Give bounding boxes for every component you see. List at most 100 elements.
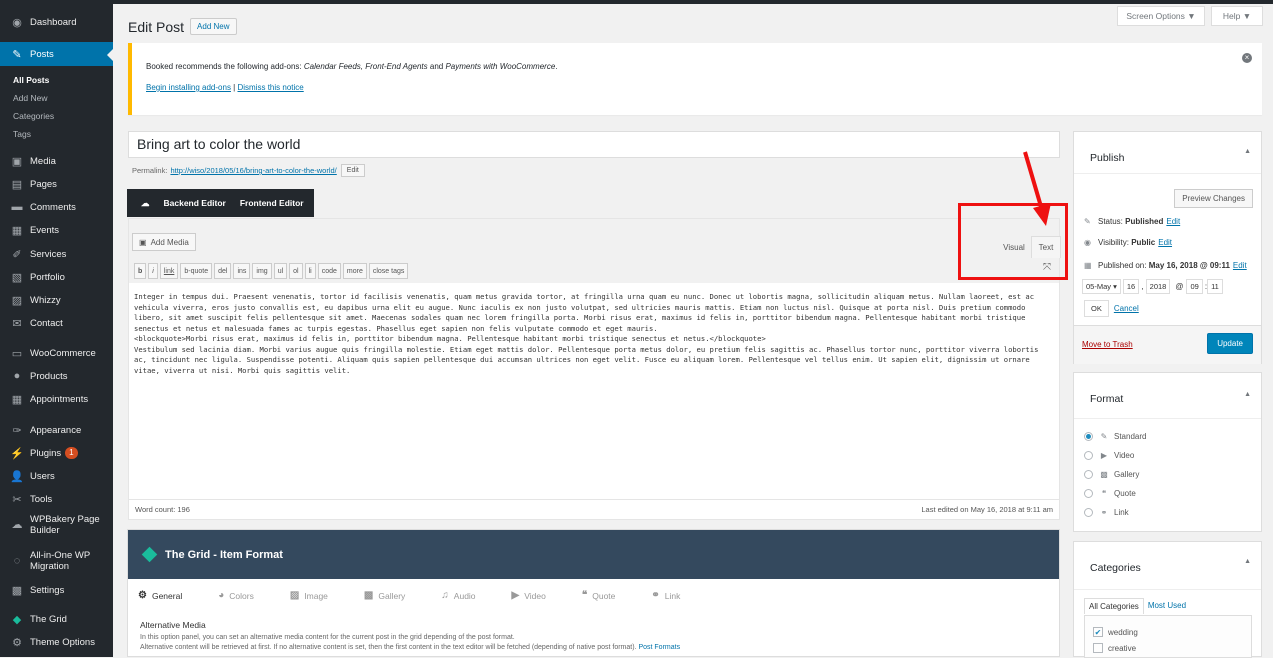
collapse-icon[interactable]: ▲	[1244, 558, 1251, 565]
format-option-video[interactable]: ▶ Video	[1084, 451, 1134, 460]
submenu-all-posts[interactable]: All Posts	[0, 71, 113, 89]
published-edit-link[interactable]: Edit	[1233, 261, 1247, 270]
quicktag-ins[interactable]: ins	[233, 263, 251, 279]
menu-item-plugins[interactable]: ⚡ Plugins 1	[0, 441, 113, 465]
portfolio-icon: ▧	[11, 271, 23, 284]
format-option-quote[interactable]: ❝ Quote	[1084, 489, 1136, 498]
quicktag-del[interactable]: del	[214, 263, 232, 279]
quicktag-i[interactable]: i	[148, 263, 158, 279]
format-option-gallery[interactable]: ▩ Gallery	[1084, 470, 1139, 479]
menu-item-theme-options[interactable]: ⚙ Theme Options	[0, 630, 113, 654]
quicktag-link[interactable]: link	[159, 263, 179, 279]
menu-item-dashboard[interactable]: ◉ Dashboard	[0, 10, 113, 34]
checkbox-icon[interactable]: ✔	[1093, 627, 1103, 637]
categories-header[interactable]: Categories ▲	[1074, 542, 1261, 590]
cancel-link[interactable]: Cancel	[1114, 304, 1139, 313]
grid-tab-video[interactable]: ▶ Video	[512, 590, 564, 601]
permalink-url[interactable]: http://wiso/2018/05/16/bring-art-to-colo…	[170, 166, 336, 175]
screen-options-button[interactable]: Screen Options ▼	[1117, 6, 1205, 26]
ok-button[interactable]: OK	[1084, 300, 1109, 317]
format-option-standard[interactable]: ✎ Standard	[1084, 432, 1146, 441]
format-option-link[interactable]: ⚭ Link	[1084, 508, 1129, 517]
tab-most-used[interactable]: Most Used	[1144, 598, 1190, 614]
category-item[interactable]: ✔ wedding	[1093, 627, 1138, 637]
grid-tab-audio[interactable]: ♫ Audio	[441, 590, 493, 601]
minute-input[interactable]: 11	[1207, 279, 1223, 294]
radio-icon[interactable]	[1084, 489, 1093, 498]
quicktag-li[interactable]: li	[304, 263, 316, 279]
help-button[interactable]: Help ▼	[1211, 6, 1263, 26]
menu-item-posts[interactable]: ✎ Posts	[0, 42, 113, 66]
backend-editor-button[interactable]: Backend Editor	[164, 198, 226, 208]
move-to-trash-link[interactable]: Move to Trash	[1082, 340, 1133, 349]
menu-item-services[interactable]: ✐ Services	[0, 242, 113, 266]
menu-item-users[interactable]: 👤 Users	[0, 464, 113, 488]
menu-item-woocommerce[interactable]: ▭ WooCommerce	[0, 341, 113, 365]
quicktag-close-tags[interactable]: close tags	[368, 263, 409, 279]
update-button[interactable]: Update	[1207, 333, 1253, 354]
grid-tab-image[interactable]: ▨ Image	[290, 590, 346, 601]
menu-item-wpbakery[interactable]: ☁ WPBakery Page Builder	[0, 508, 113, 542]
publish-header[interactable]: Publish ▲	[1074, 132, 1261, 174]
quicktag-ul[interactable]: ul	[273, 263, 288, 279]
menu-item-whizzy[interactable]: ▨ Whizzy	[0, 288, 113, 312]
collapse-icon[interactable]: ▲	[1244, 148, 1251, 155]
submenu-tags[interactable]: Tags	[0, 125, 113, 143]
menu-item-appointments[interactable]: ▦ Appointments	[0, 387, 113, 411]
menu-item-comments[interactable]: ▬ Comments	[0, 195, 113, 219]
grid-tab-colors[interactable]: ◕ Colors	[218, 590, 272, 601]
hour-input[interactable]: 09	[1186, 279, 1203, 294]
day-input[interactable]: 16	[1122, 279, 1140, 294]
menu-item-contact[interactable]: ✉ Contact	[0, 311, 113, 335]
visibility-edit-link[interactable]: Edit	[1158, 238, 1172, 247]
post-title-input[interactable]: Bring art to color the world	[128, 131, 1060, 158]
radio-icon[interactable]	[1084, 508, 1093, 517]
post-formats-link[interactable]: Post Formats	[638, 644, 680, 651]
radio-icon[interactable]	[1084, 470, 1093, 479]
radio-icon[interactable]	[1084, 432, 1093, 441]
menu-item-portfolio[interactable]: ▧ Portfolio	[0, 265, 113, 289]
quicktag-img[interactable]: img	[252, 263, 272, 279]
menu-item-events[interactable]: ▦ Events	[0, 218, 113, 242]
menu-item-migration[interactable]: ◌ All-in-One WP Migration	[0, 544, 113, 578]
grid-tab-gallery[interactable]: ▩ Gallery	[364, 590, 423, 601]
menu-item-media[interactable]: ▣ Media	[0, 149, 113, 173]
submenu-add-new[interactable]: Add New	[0, 89, 113, 107]
menu-item-settings[interactable]: ▩ Settings	[0, 578, 113, 602]
grid-tab-link[interactable]: ⚭ Link	[651, 590, 698, 601]
radio-icon[interactable]	[1084, 451, 1093, 460]
gallery-icon: ▩	[1100, 470, 1108, 479]
frontend-editor-button[interactable]: Frontend Editor	[240, 198, 304, 208]
add-new-button[interactable]: Add New	[190, 18, 237, 35]
menu-item-appearance[interactable]: ✑ Appearance	[0, 418, 113, 442]
dismiss-notice-link[interactable]: Dismiss this notice	[237, 83, 303, 92]
status-edit-link[interactable]: Edit	[1166, 217, 1180, 226]
category-item[interactable]: creative	[1093, 643, 1136, 653]
checkbox-icon[interactable]	[1093, 643, 1103, 653]
year-input[interactable]: 2018	[1145, 279, 1171, 294]
permalink-edit-button[interactable]: Edit	[340, 164, 365, 177]
preview-changes-button[interactable]: Preview Changes	[1174, 189, 1253, 208]
quicktag-ol[interactable]: ol	[289, 263, 303, 279]
quicktag-more[interactable]: more	[342, 263, 367, 279]
quicktag-code[interactable]: code	[317, 263, 341, 279]
install-addons-link[interactable]: Begin installing add-ons	[146, 83, 231, 92]
grid-tab-quote[interactable]: ❝ Quote	[582, 590, 634, 601]
tab-all-categories[interactable]: All Categories	[1084, 598, 1144, 614]
close-icon[interactable]: ×	[1242, 53, 1252, 63]
grid-tab-general[interactable]: ⚙ General	[138, 590, 200, 601]
quicktag-b-quote[interactable]: b-quote	[180, 263, 213, 279]
format-header[interactable]: Format ▲	[1074, 373, 1261, 419]
editor-textarea[interactable]: Integer in tempus dui. Praesent venenati…	[134, 292, 1054, 376]
notice-addons: Calendar Feeds, Front-End Agents	[303, 62, 428, 71]
menu-item-pages[interactable]: ▤ Pages	[0, 172, 113, 196]
grid-section-title: Alternative Media	[140, 620, 206, 630]
quicktag-b[interactable]: b	[134, 263, 147, 279]
editor-status-bar: Word count: 196 Last edited on May 16, 2…	[129, 499, 1059, 519]
month-select[interactable]: 05-May ▾	[1082, 279, 1121, 294]
collapse-icon[interactable]: ▲	[1244, 391, 1251, 398]
submenu-categories[interactable]: Categories	[0, 107, 113, 125]
menu-item-the-grid[interactable]: ◆ The Grid	[0, 607, 113, 631]
add-media-button[interactable]: ▣ Add Media	[132, 233, 196, 251]
menu-item-products[interactable]: ● Products	[0, 364, 113, 388]
